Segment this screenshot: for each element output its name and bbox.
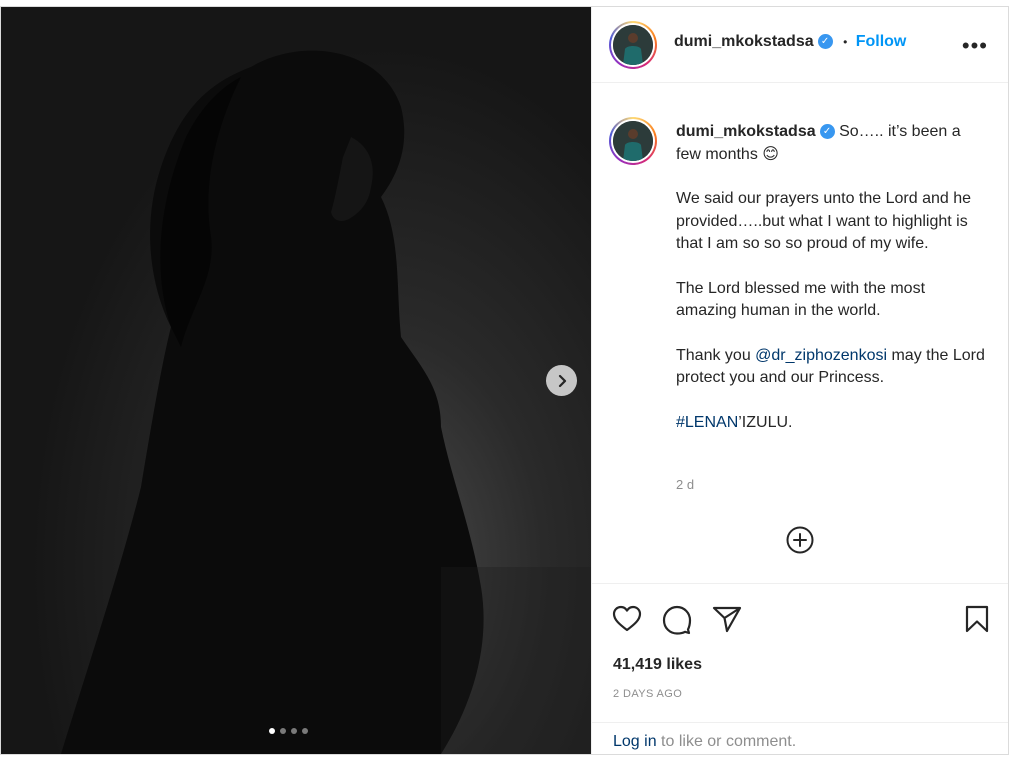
- mention-link[interactable]: @dr_ziphozenkosi: [755, 347, 887, 364]
- more-icon[interactable]: •••: [962, 33, 988, 59]
- caption-para1: We said our prayers unto the Lord and he…: [676, 190, 971, 252]
- caption-area: dumi_mkokstadsa ✓ So….. it’s been a few m…: [592, 83, 1008, 583]
- photo-silhouette: [61, 50, 591, 754]
- post-side-panel: dumi_mkokstadsa ✓ • Follow ••• dumi_mkok…: [591, 7, 1008, 754]
- comment-icon[interactable]: [662, 605, 692, 640]
- add-circle-icon[interactable]: [786, 526, 814, 554]
- follow-button[interactable]: Follow: [856, 33, 907, 50]
- post-photo[interactable]: [1, 7, 591, 754]
- separator-dot: •: [843, 35, 848, 49]
- caption-time[interactable]: 2 d: [676, 477, 694, 492]
- next-photo-button[interactable]: [546, 365, 577, 396]
- caption-avatar-image: [613, 121, 653, 161]
- caption-para3-before: Thank you: [676, 346, 756, 364]
- caption-username[interactable]: dumi_mkokstadsa: [676, 123, 816, 140]
- header-username[interactable]: dumi_mkokstadsa: [674, 33, 814, 50]
- bookmark-icon[interactable]: [964, 605, 990, 638]
- carousel-indicator: [269, 728, 308, 734]
- verified-icon: ✓: [819, 124, 835, 140]
- caption-hashtag-line: #LENAN’IZULU.: [676, 412, 986, 435]
- avatar[interactable]: [609, 21, 657, 69]
- login-bar: Log in to like or comment.: [592, 722, 1008, 755]
- caption-text: dumi_mkokstadsa ✓ So….. it’s been a few m…: [676, 121, 986, 456]
- carousel-dot: [291, 728, 297, 734]
- hashtag-link[interactable]: #LENAN: [676, 414, 738, 431]
- caption-para2: The Lord blessed me with the most amazin…: [676, 279, 926, 320]
- login-text: to like or comment.: [656, 733, 797, 750]
- carousel-dot: [280, 728, 286, 734]
- post-dialog: dumi_mkokstadsa ✓ • Follow ••• dumi_mkok…: [0, 6, 1009, 755]
- carousel-dot: [302, 728, 308, 734]
- likes-count[interactable]: 41,419 likes: [613, 656, 702, 674]
- carousel-dot-active: [269, 728, 275, 734]
- login-link[interactable]: Log in: [613, 733, 657, 750]
- hashtag-suffix: ’IZULU.: [738, 413, 793, 431]
- verified-icon: ✓: [817, 34, 833, 50]
- post-timestamp[interactable]: 2 DAYS AGO: [613, 688, 682, 700]
- share-icon[interactable]: [712, 605, 742, 638]
- chevron-right-icon: [558, 374, 566, 387]
- post-header: dumi_mkokstadsa ✓ • Follow •••: [592, 7, 1008, 83]
- avatar-image: [613, 25, 653, 65]
- header-user-line: dumi_mkokstadsa ✓ • Follow: [674, 33, 906, 51]
- caption-avatar[interactable]: [609, 117, 657, 165]
- post-actions: 41,419 likes 2 DAYS AGO Log in to like o…: [592, 583, 1008, 754]
- heart-icon[interactable]: [612, 605, 642, 638]
- caption-para3: Thank you @dr_ziphozenkosi may the Lord …: [676, 345, 986, 390]
